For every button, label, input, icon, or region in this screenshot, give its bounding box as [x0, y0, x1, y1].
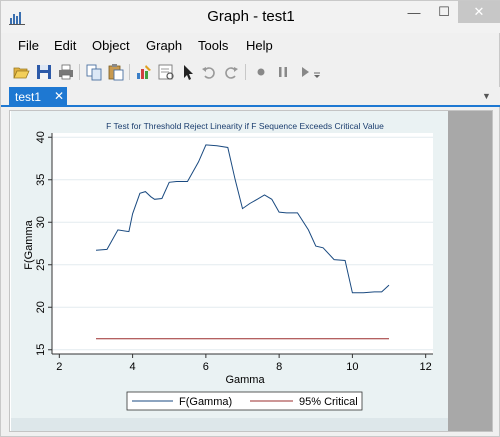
y-tick-label: 20 [35, 301, 47, 313]
x-tick-label: 12 [420, 361, 432, 373]
legend: F(Gamma) 95% Critical [126, 391, 363, 411]
x-ticks: 2 4 6 8 10 12 [56, 354, 432, 373]
y-tick-label: 15 [35, 344, 47, 356]
x-tick-label: 6 [203, 361, 209, 373]
graph-window: Graph - test1 — ☐ ✕ File Edit Object Gra… [0, 0, 500, 437]
x-tick-label: 10 [346, 361, 358, 373]
plot-area [52, 133, 433, 354]
y-tick-label: 25 [35, 259, 47, 271]
x-axis-label: Gamma [225, 374, 265, 386]
x-tick-label: 8 [276, 361, 282, 373]
legend-label-fgamma: F(Gamma) [179, 396, 232, 408]
y-tick-label: 30 [35, 216, 47, 228]
legend-label-critical: 95% Critical [299, 396, 358, 408]
y-axis-label: F(Gamma [23, 219, 35, 269]
x-tick-label: 4 [130, 361, 136, 373]
y-ticks: 15 20 25 30 35 40 [35, 131, 52, 356]
y-tick-label: 35 [35, 174, 47, 186]
chart-svg: 15 20 25 30 35 40 2 4 6 8 10 12 F Test for Thresho… [23, 121, 433, 411]
chart-title: F Test for Threshold Reject Linearity if… [106, 121, 384, 131]
x-tick-label: 2 [56, 361, 62, 373]
y-tick-label: 40 [35, 131, 47, 143]
